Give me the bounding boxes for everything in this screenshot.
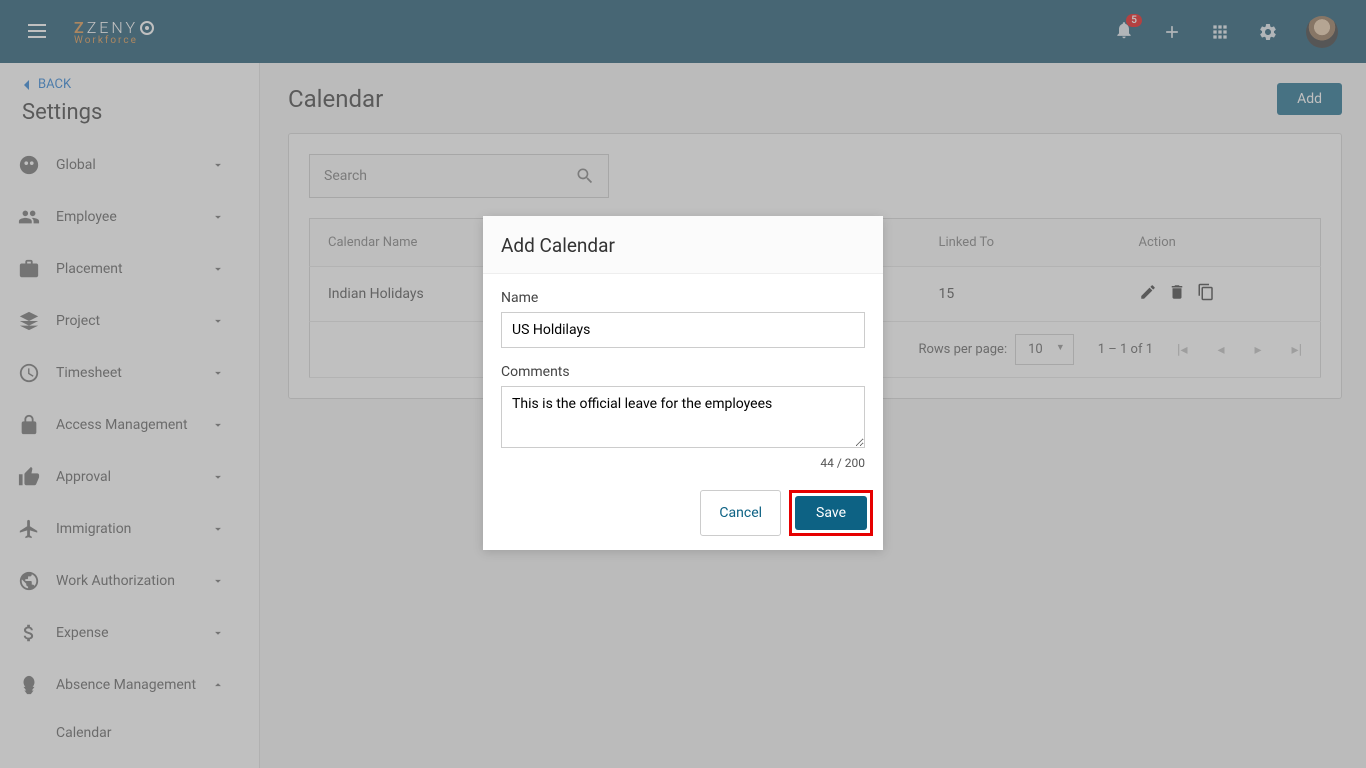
name-label: Name: [501, 290, 865, 306]
cancel-button[interactable]: Cancel: [700, 490, 781, 536]
add-calendar-modal: Add Calendar Name Comments 44 / 200 Canc…: [483, 216, 883, 550]
char-count: 44 / 200: [501, 456, 865, 470]
modal-title: Add Calendar: [483, 216, 883, 274]
save-highlight: Save: [789, 490, 873, 536]
name-input[interactable]: [501, 312, 865, 348]
comments-textarea[interactable]: [501, 386, 865, 448]
comments-label: Comments: [501, 364, 865, 380]
save-button[interactable]: Save: [795, 496, 867, 530]
